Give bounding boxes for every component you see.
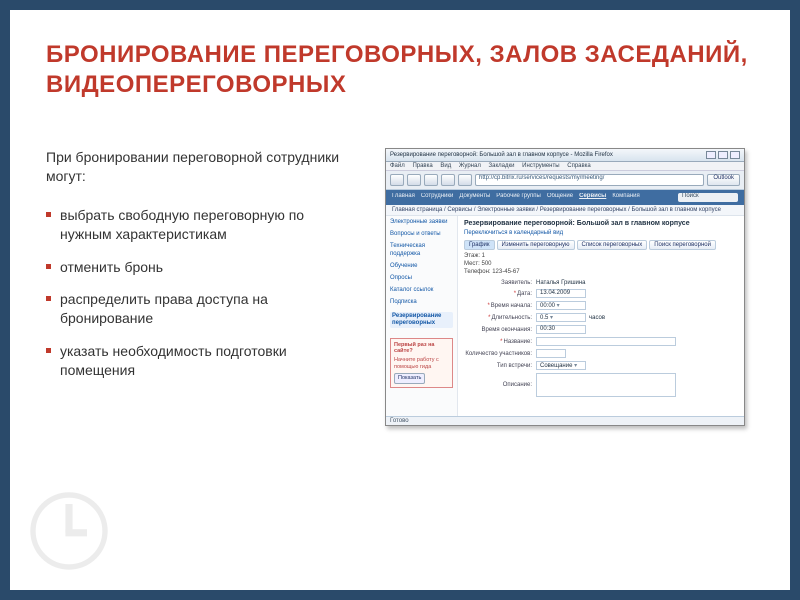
sidebar: Электронные заявки Вопросы и ответы Техн… <box>386 216 458 416</box>
menu-item[interactable]: Журнал <box>459 163 481 169</box>
bullet-item: выбрать свободную переговорную по нужным… <box>46 206 346 244</box>
tab-room-list[interactable]: Список переговорных <box>577 240 648 250</box>
first-visit-box: Первый раз на сайте? Начните работу с по… <box>390 338 453 388</box>
date-input[interactable]: 13.04.2009 <box>536 289 586 298</box>
nav-item[interactable]: Рабочие группы <box>496 193 541 202</box>
slide-title: БРОНИРОВАНИЕ ПЕРЕГОВОРНЫХ, ЗАЛОВ ЗАСЕДАН… <box>46 40 754 100</box>
reload-icon[interactable] <box>424 174 438 186</box>
minimize-icon[interactable] <box>706 151 716 159</box>
sidebar-item[interactable]: Электронные заявки <box>390 219 453 226</box>
end-label: Время окончания: <box>464 327 536 333</box>
main-panel: Резервирование переговорной: Большой зал… <box>458 216 744 416</box>
info-seats: Мест: 500 <box>464 261 738 269</box>
window-buttons <box>706 151 740 159</box>
sidebar-item-active[interactable]: Резервирование переговорных <box>390 312 453 328</box>
screenshot-column: Резервирование переговорной: Большой зал… <box>376 148 754 426</box>
desc-label: Описание: <box>464 382 536 388</box>
bullet-item: распределить права доступа на бронирован… <box>46 290 346 328</box>
duration-select[interactable]: 0.5 <box>536 313 586 322</box>
page-body: Электронные заявки Вопросы и ответы Техн… <box>386 216 744 416</box>
menu-item[interactable]: Справка <box>567 163 591 169</box>
action-tabs: График Изменить переговорную Список пере… <box>464 240 738 250</box>
count-label: Количество участников: <box>464 351 536 357</box>
bullet-item: отменить бронь <box>46 258 346 277</box>
menu-item[interactable]: Правка <box>412 163 432 169</box>
author-value: Наталья Гришина <box>536 280 586 286</box>
nav-item[interactable]: Документы <box>459 193 490 202</box>
nav-item[interactable]: Сотрудники <box>421 193 454 202</box>
tab-edit-room[interactable]: Изменить переговорную <box>497 240 575 250</box>
site-nav: Главная Сотрудники Документы Рабочие гру… <box>386 190 744 205</box>
menu-item[interactable]: Файл <box>390 163 405 169</box>
info-phone: Телефон: 123-45-67 <box>464 269 738 277</box>
first-visit-title: Первый раз на сайте? <box>394 342 449 355</box>
watermark-icon <box>24 486 114 576</box>
stop-icon[interactable] <box>441 174 455 186</box>
embedded-screenshot: Резервирование переговорной: Большой зал… <box>385 148 745 426</box>
tab-room-search[interactable]: Поиск переговорной <box>649 240 716 250</box>
sidebar-item[interactable]: Подписка <box>390 299 453 306</box>
window-title: Резервирование переговорной: Большой зал… <box>390 152 613 158</box>
end-input[interactable]: 00:30 <box>536 325 586 334</box>
start-label: Время начала: <box>464 303 536 309</box>
slide: БРОНИРОВАНИЕ ПЕРЕГОВОРНЫХ, ЗАЛОВ ЗАСЕДАН… <box>10 10 790 590</box>
sidebar-item[interactable]: Техническая поддержка <box>390 243 453 257</box>
menu-item[interactable]: Инструменты <box>522 163 559 169</box>
home-icon[interactable] <box>458 174 472 186</box>
calendar-view-link[interactable]: Переключиться в календарный вид <box>464 230 738 236</box>
sidebar-item[interactable]: Вопросы и ответы <box>390 231 453 238</box>
desc-textarea[interactable] <box>536 373 676 397</box>
bullet-item: указать необходимость подготовки помещен… <box>46 342 346 380</box>
first-visit-text: Начните работу с помощью гида <box>394 357 439 370</box>
first-visit-button[interactable]: Показать <box>394 373 425 384</box>
intro-text: При бронировании переговорной сотрудники… <box>46 148 346 186</box>
sidebar-item[interactable]: Обучение <box>390 263 453 270</box>
nav-item[interactable]: Общение <box>547 193 573 202</box>
breadcrumb: Главная страница / Сервисы / Электронные… <box>386 205 744 216</box>
date-label: Дата: <box>464 291 536 297</box>
bullet-list: выбрать свободную переговорную по нужным… <box>46 206 346 380</box>
browser-menubar: Файл Правка Вид Журнал Закладки Инструме… <box>386 162 744 171</box>
nav-item[interactable]: Главная <box>392 193 415 202</box>
window-titlebar: Резервирование переговорной: Большой зал… <box>386 149 744 162</box>
close-icon[interactable] <box>730 151 740 159</box>
page-heading: Резервирование переговорной: Большой зал… <box>464 220 738 227</box>
nav-item[interactable]: Компания <box>612 193 639 202</box>
address-bar[interactable]: http://cp.bitrix.ru/services/requests/my… <box>475 174 704 186</box>
menu-item[interactable]: Закладки <box>489 163 515 169</box>
text-column: При бронировании переговорной сотрудники… <box>46 148 346 426</box>
count-input[interactable] <box>536 349 566 358</box>
sidebar-item[interactable]: Каталог ссылок <box>390 287 453 294</box>
content-row: При бронировании переговорной сотрудники… <box>46 148 754 426</box>
status-bar: Готово <box>386 416 744 425</box>
type-label: Тип встречи: <box>464 363 536 369</box>
outlook-button[interactable]: Outlook <box>707 174 740 186</box>
sidebar-item[interactable]: Опросы <box>390 275 453 282</box>
duration-unit: часов <box>589 315 605 321</box>
name-input[interactable] <box>536 337 676 346</box>
back-icon[interactable] <box>390 174 404 186</box>
site-search[interactable]: Поиск <box>678 193 738 202</box>
room-info: Этаж: 1 Мест: 500 Телефон: 123-45-67 <box>464 253 738 276</box>
author-label: Заявитель: <box>464 280 536 286</box>
menu-item[interactable]: Вид <box>440 163 451 169</box>
booking-form: Заявитель: Наталья Гришина Дата: 13.04.2… <box>464 280 738 397</box>
forward-icon[interactable] <box>407 174 421 186</box>
maximize-icon[interactable] <box>718 151 728 159</box>
name-label: Название: <box>464 339 536 345</box>
type-select[interactable]: Совещание <box>536 361 586 370</box>
start-select[interactable]: 00:00 <box>536 301 586 310</box>
nav-item-active[interactable]: Сервисы <box>579 193 606 202</box>
browser-toolbar: http://cp.bitrix.ru/services/requests/my… <box>386 171 744 190</box>
info-floor: Этаж: 1 <box>464 253 738 261</box>
duration-label: Длительность: <box>464 315 536 321</box>
tab-schedule[interactable]: График <box>464 240 495 250</box>
